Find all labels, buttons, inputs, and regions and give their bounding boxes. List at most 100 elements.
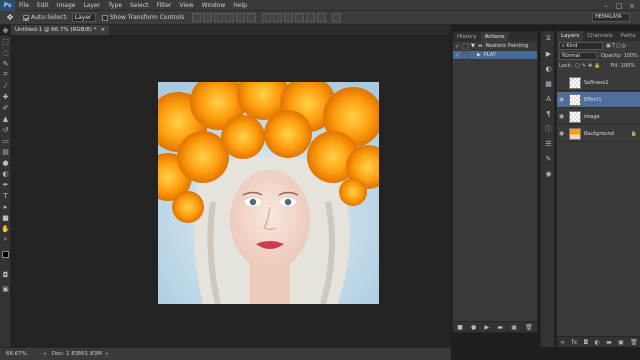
healing-brush-tool-icon[interactable]: ✚ (0, 91, 11, 102)
align-vcenter-icon[interactable] (203, 13, 213, 22)
tab-history[interactable]: History (453, 32, 481, 42)
mask-icon[interactable]: ◘ (583, 339, 588, 346)
eye-icon[interactable]: ◉ (557, 96, 566, 103)
tab-actions[interactable]: Actions (480, 32, 509, 42)
action-row[interactable]: ✓ ▶ PLAY (453, 51, 537, 60)
play-icon[interactable]: ▶ (485, 324, 490, 331)
collapse-arrow-icon[interactable]: ▶ (477, 52, 481, 58)
new-set-icon[interactable]: ▬ (497, 324, 503, 331)
layer-row-background[interactable]: ◉ Background 🔒 (557, 126, 640, 142)
lock-icons[interactable]: ▢✎✥🔒 (575, 63, 602, 69)
layer-row-softness1[interactable]: Softness1 (557, 75, 640, 91)
blend-mode-dropdown[interactable]: Normal (559, 52, 597, 60)
layer-row-effect1[interactable]: ◉ Effect1 (557, 92, 640, 108)
filter-icons[interactable]: ▣T▢◎ (606, 43, 627, 49)
gradient-tool-icon[interactable]: ▤ (0, 146, 11, 157)
distribute-hcenter-icon[interactable] (306, 13, 316, 22)
auto-align-icon[interactable] (332, 13, 342, 22)
quick-select-tool-icon[interactable]: ✎ (0, 58, 11, 69)
paragraph-icon[interactable]: ¶ (541, 106, 556, 121)
distribute-left-icon[interactable] (295, 13, 305, 22)
close-icon[interactable]: × (626, 0, 638, 11)
path-selection-tool-icon[interactable]: ▸ (0, 201, 11, 212)
zoom-tool-icon[interactable]: ⌕ (0, 234, 11, 245)
menu-layer[interactable]: Layer (79, 0, 104, 11)
tab-layers[interactable]: Layers (557, 31, 584, 41)
menu-edit[interactable]: Edit (33, 0, 53, 11)
layer-kind-filter[interactable]: ⌕ Kind (559, 42, 603, 50)
align-top-icon[interactable] (192, 13, 202, 22)
align-hcenter-icon[interactable] (236, 13, 246, 22)
brush-presets-icon[interactable]: ✎ (541, 151, 556, 166)
record-icon[interactable]: ● (471, 324, 476, 331)
character-icon[interactable]: A (541, 91, 556, 106)
marquee-tool-icon[interactable]: ⬚ (0, 36, 11, 47)
tab-paths[interactable]: Paths (617, 31, 640, 41)
group-icon[interactable]: ▬ (606, 339, 612, 346)
menu-view[interactable]: View (175, 0, 197, 11)
crop-tool-icon[interactable]: ⌗ (0, 69, 11, 80)
fill-value[interactable]: 100% (621, 63, 635, 69)
align-right-icon[interactable] (247, 13, 257, 22)
action-checkmark-icon[interactable]: ✓ (453, 43, 462, 50)
eyedropper-tool-icon[interactable]: ⁄ (0, 80, 11, 91)
workspace-switcher[interactable]: HEMALAYA (592, 13, 630, 22)
adjustments-icon[interactable]: ☰ (541, 136, 556, 151)
align-bottom-icon[interactable] (214, 13, 224, 22)
dodge-tool-icon[interactable]: ◐ (0, 168, 11, 179)
quick-mask-icon[interactable]: ◘ (0, 269, 11, 280)
new-action-icon[interactable]: ▣ (511, 324, 517, 331)
info-icon[interactable]: ⓘ (541, 121, 556, 136)
lasso-tool-icon[interactable]: ◌ (0, 47, 11, 58)
status-menu-icon[interactable]: ▸ (106, 351, 109, 357)
auto-select-dropdown[interactable]: Layer (71, 13, 96, 22)
distribute-top-icon[interactable] (262, 13, 272, 22)
foreground-color-swatch[interactable] (2, 251, 9, 258)
history-icon[interactable]: ⧖ (541, 31, 556, 46)
move-tool-icon[interactable]: ✥ (0, 25, 11, 36)
distribute-right-icon[interactable] (317, 13, 327, 22)
navigator-icon[interactable]: ◉ (541, 166, 556, 181)
layer-row-image[interactable]: ◉ image (557, 109, 640, 125)
distribute-bottom-icon[interactable] (284, 13, 294, 22)
move-tool-icon[interactable]: ✥ (3, 12, 17, 24)
menu-window[interactable]: Window (198, 0, 230, 11)
menu-file[interactable]: File (15, 0, 33, 11)
auto-select-checkbox[interactable] (23, 14, 29, 21)
opacity-value[interactable]: 100% (624, 53, 638, 59)
eye-icon[interactable]: ◉ (557, 113, 566, 120)
type-tool-icon[interactable]: T (0, 190, 11, 201)
zoom-level[interactable]: 66.67% (6, 351, 27, 357)
action-dialog-toggle[interactable] (462, 51, 469, 59)
action-checkmark-icon[interactable]: ✓ (453, 52, 462, 59)
eye-icon[interactable]: ◉ (557, 130, 566, 137)
history-brush-tool-icon[interactable]: ↺ (0, 124, 11, 135)
menu-image[interactable]: Image (53, 0, 80, 11)
align-left-icon[interactable] (225, 13, 235, 22)
document-tab[interactable]: Untitled-1 @ 66.7% (RGB/8) * × (11, 25, 110, 35)
stop-icon[interactable]: ■ (457, 324, 463, 331)
action-dialog-toggle[interactable] (462, 42, 469, 50)
blur-tool-icon[interactable]: ● (0, 157, 11, 168)
swatches-icon[interactable]: ▦ (541, 76, 556, 91)
pen-tool-icon[interactable]: ✒ (0, 179, 11, 190)
status-arrow-icon[interactable]: ◂ (43, 351, 46, 357)
distribute-vcenter-icon[interactable] (273, 13, 283, 22)
link-icon[interactable]: ∞ (560, 339, 565, 346)
brush-tool-icon[interactable]: ✐ (0, 102, 11, 113)
document-close-icon[interactable]: × (100, 25, 105, 35)
action-set-row[interactable]: ✓ ▼ ▬ Realistic Painting (453, 42, 537, 51)
menu-type[interactable]: Type (104, 0, 126, 11)
fx-icon[interactable]: fx (571, 339, 577, 346)
color-icon[interactable]: ◐ (541, 61, 556, 76)
adjustment-layer-icon[interactable]: ◐ (595, 339, 600, 346)
tab-channels[interactable]: Channels (583, 31, 616, 41)
show-transform-checkbox[interactable] (101, 14, 108, 21)
shape-tool-icon[interactable]: ■ (0, 212, 11, 223)
minimize-icon[interactable]: – (600, 0, 612, 11)
actions-icon[interactable]: ▶ (541, 46, 556, 61)
menu-select[interactable]: Select (126, 0, 153, 11)
delete-layer-icon[interactable]: 🗑 (630, 339, 638, 346)
clone-stamp-tool-icon[interactable]: ▲ (0, 113, 11, 124)
hand-tool-icon[interactable]: ✋ (0, 223, 11, 234)
